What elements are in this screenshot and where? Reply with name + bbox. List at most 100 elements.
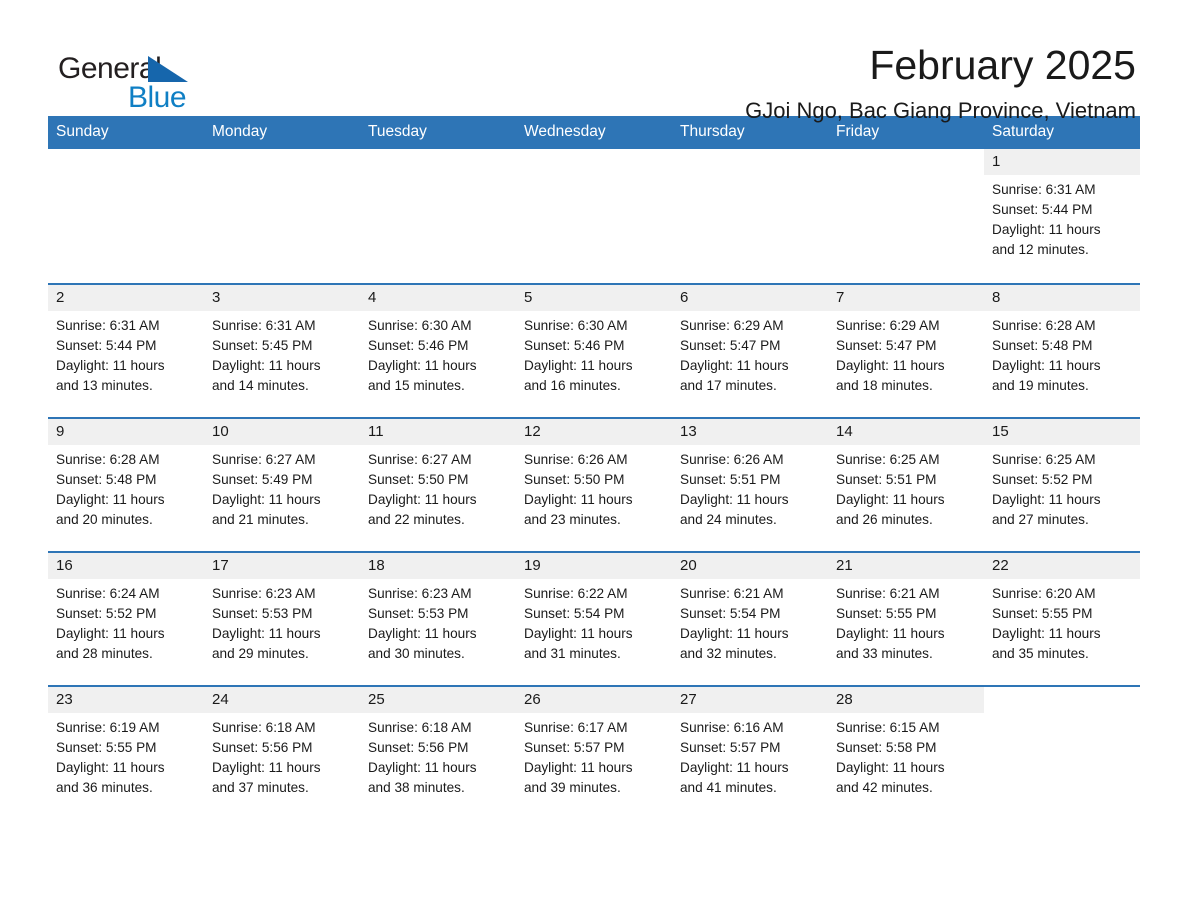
calendar-day-cell[interactable]: 17 Sunrise: 6:23 AM Sunset: 5:53 PM Dayligh… (204, 553, 360, 685)
sunset-time: Sunset: 5:55 PM (992, 606, 1093, 621)
calendar-day-cell[interactable]: 18 Sunrise: 6:23 AM Sunset: 5:53 PM Dayligh… (360, 553, 516, 685)
daylight-duration-line1: Daylight: 11 hours (56, 760, 165, 775)
day-number: 18 (360, 553, 516, 579)
sunrise-time: Sunrise: 6:26 AM (524, 452, 628, 467)
calendar-day-cell[interactable]: 14 Sunrise: 6:25 AM Sunset: 5:51 PM Dayligh… (828, 419, 984, 551)
calendar-day-cell[interactable]: 9 Sunrise: 6:28 AM Sunset: 5:48 PM Daylight… (48, 419, 204, 551)
calendar-day-cell[interactable]: 5 Sunrise: 6:30 AM Sunset: 5:46 PM Daylight… (516, 285, 672, 417)
day-number: 3 (204, 285, 360, 311)
daylight-duration-line1: Daylight: 11 hours (524, 492, 633, 507)
daylight-duration-line2: and 18 minutes. (836, 378, 933, 393)
calendar-day-cell[interactable]: 15 Sunrise: 6:25 AM Sunset: 5:52 PM Dayligh… (984, 419, 1140, 551)
calendar-day-cell[interactable]: 8 Sunrise: 6:28 AM Sunset: 5:48 PM Daylight… (984, 285, 1140, 417)
weekday-header-friday: Friday (836, 123, 880, 140)
page-title: February 2025 (869, 42, 1136, 88)
day-details: Sunrise: 6:26 AM Sunset: 5:50 PM Daylight:… (516, 445, 672, 530)
sunset-time: Sunset: 5:55 PM (56, 740, 157, 755)
calendar-week-row: 9 Sunrise: 6:28 AM Sunset: 5:48 PM Daylight… (48, 417, 1140, 551)
sunrise-time: Sunrise: 6:31 AM (212, 318, 316, 333)
daylight-duration-line2: and 27 minutes. (992, 512, 1089, 527)
weekday-header-wednesday: Wednesday (524, 123, 606, 140)
daylight-duration-line1: Daylight: 11 hours (992, 492, 1101, 507)
general-blue-logo[interactable]: General Blue (48, 44, 198, 114)
day-details: Sunrise: 6:31 AM Sunset: 5:45 PM Daylight:… (204, 311, 360, 396)
calendar-day-cell[interactable]: 24 Sunrise: 6:18 AM Sunset: 5:56 PM Dayligh… (204, 687, 360, 819)
daylight-duration-line2: and 30 minutes. (368, 646, 465, 661)
calendar-day-cell[interactable]: 13 Sunrise: 6:26 AM Sunset: 5:51 PM Dayligh… (672, 419, 828, 551)
day-details: Sunrise: 6:18 AM Sunset: 5:56 PM Daylight:… (204, 713, 360, 798)
day-number: 19 (516, 553, 672, 579)
calendar-day-cell[interactable]: 28 Sunrise: 6:15 AM Sunset: 5:58 PM Dayligh… (828, 687, 984, 819)
calendar-day-cell[interactable]: 25 Sunrise: 6:18 AM Sunset: 5:56 PM Dayligh… (360, 687, 516, 819)
day-number: 25 (360, 687, 516, 713)
day-number: 27 (672, 687, 828, 713)
daylight-duration-line1: Daylight: 11 hours (368, 626, 477, 641)
calendar-day-cell[interactable]: 7 Sunrise: 6:29 AM Sunset: 5:47 PM Daylight… (828, 285, 984, 417)
daylight-duration-line2: and 19 minutes. (992, 378, 1089, 393)
sunrise-time: Sunrise: 6:24 AM (56, 586, 160, 601)
day-details: Sunrise: 6:27 AM Sunset: 5:50 PM Daylight:… (360, 445, 516, 530)
calendar-week-row: 16 Sunrise: 6:24 AM Sunset: 5:52 PM Dayligh… (48, 551, 1140, 685)
calendar-day-cell[interactable]: 19 Sunrise: 6:22 AM Sunset: 5:54 PM Dayligh… (516, 553, 672, 685)
title-block: February 2025 GJoi Ngo, Bac Giang Provin… (745, 42, 1140, 126)
sunrise-time: Sunrise: 6:19 AM (56, 720, 160, 735)
daylight-duration-line2: and 24 minutes. (680, 512, 777, 527)
daylight-duration-line2: and 42 minutes. (836, 780, 933, 795)
calendar-day-cell[interactable]: 2 Sunrise: 6:31 AM Sunset: 5:44 PM Daylight… (48, 285, 204, 417)
sunrise-time: Sunrise: 6:15 AM (836, 720, 940, 735)
sunset-time: Sunset: 5:50 PM (524, 472, 625, 487)
daylight-duration-line2: and 28 minutes. (56, 646, 153, 661)
sunset-time: Sunset: 5:52 PM (992, 472, 1093, 487)
calendar-day-cell[interactable]: 16 Sunrise: 6:24 AM Sunset: 5:52 PM Dayligh… (48, 553, 204, 685)
day-details: Sunrise: 6:23 AM Sunset: 5:53 PM Daylight:… (204, 579, 360, 664)
sunset-time: Sunset: 5:54 PM (524, 606, 625, 621)
calendar-day-cell-empty (672, 149, 828, 283)
calendar-day-cell[interactable]: 23 Sunrise: 6:19 AM Sunset: 5:55 PM Dayligh… (48, 687, 204, 819)
day-details: Sunrise: 6:26 AM Sunset: 5:51 PM Daylight:… (672, 445, 828, 530)
sunset-time: Sunset: 5:50 PM (368, 472, 469, 487)
sunset-time: Sunset: 5:55 PM (836, 606, 937, 621)
day-number (828, 149, 984, 175)
daylight-duration-line1: Daylight: 11 hours (836, 492, 945, 507)
day-details: Sunrise: 6:15 AM Sunset: 5:58 PM Daylight:… (828, 713, 984, 798)
calendar-day-cell[interactable]: 21 Sunrise: 6:21 AM Sunset: 5:55 PM Dayligh… (828, 553, 984, 685)
sunset-time: Sunset: 5:56 PM (212, 740, 313, 755)
sunrise-time: Sunrise: 6:27 AM (212, 452, 316, 467)
day-number: 24 (204, 687, 360, 713)
calendar-day-cell[interactable]: 1 Sunrise: 6:31 AM Sunset: 5:44 PM Daylight… (984, 149, 1140, 283)
sunrise-time: Sunrise: 6:23 AM (368, 586, 472, 601)
sunset-time: Sunset: 5:53 PM (368, 606, 469, 621)
daylight-duration-line1: Daylight: 11 hours (992, 358, 1101, 373)
daylight-duration-line2: and 15 minutes. (368, 378, 465, 393)
sunset-time: Sunset: 5:51 PM (836, 472, 937, 487)
sunrise-time: Sunrise: 6:30 AM (524, 318, 628, 333)
calendar-day-cell-empty (984, 687, 1140, 819)
calendar-day-cell[interactable]: 26 Sunrise: 6:17 AM Sunset: 5:57 PM Dayligh… (516, 687, 672, 819)
weekday-header-monday: Monday (212, 123, 268, 140)
calendar-day-cell[interactable]: 3 Sunrise: 6:31 AM Sunset: 5:45 PM Daylight… (204, 285, 360, 417)
calendar-day-cell[interactable]: 27 Sunrise: 6:16 AM Sunset: 5:57 PM Dayligh… (672, 687, 828, 819)
daylight-duration-line1: Daylight: 11 hours (212, 492, 321, 507)
day-number: 22 (984, 553, 1140, 579)
day-number: 23 (48, 687, 204, 713)
sunrise-time: Sunrise: 6:30 AM (368, 318, 472, 333)
daylight-duration-line2: and 20 minutes. (56, 512, 153, 527)
calendar-day-cell[interactable]: 10 Sunrise: 6:27 AM Sunset: 5:49 PM Dayligh… (204, 419, 360, 551)
daylight-duration-line1: Daylight: 11 hours (212, 358, 321, 373)
calendar-day-cell[interactable]: 6 Sunrise: 6:29 AM Sunset: 5:47 PM Daylight… (672, 285, 828, 417)
day-details: Sunrise: 6:18 AM Sunset: 5:56 PM Daylight:… (360, 713, 516, 798)
daylight-duration-line2: and 26 minutes. (836, 512, 933, 527)
triangle-icon (148, 56, 188, 82)
calendar-day-cell[interactable]: 20 Sunrise: 6:21 AM Sunset: 5:54 PM Dayligh… (672, 553, 828, 685)
day-details: Sunrise: 6:25 AM Sunset: 5:52 PM Daylight:… (984, 445, 1140, 530)
calendar-day-cell[interactable]: 11 Sunrise: 6:27 AM Sunset: 5:50 PM Dayligh… (360, 419, 516, 551)
daylight-duration-line1: Daylight: 11 hours (56, 492, 165, 507)
sunset-time: Sunset: 5:53 PM (212, 606, 313, 621)
calendar-day-cell[interactable]: 22 Sunrise: 6:20 AM Sunset: 5:55 PM Dayligh… (984, 553, 1140, 685)
day-number: 6 (672, 285, 828, 311)
calendar-day-cell[interactable]: 4 Sunrise: 6:30 AM Sunset: 5:46 PM Daylight… (360, 285, 516, 417)
calendar-day-cell-empty (204, 149, 360, 283)
weekday-header-tuesday: Tuesday (368, 123, 427, 140)
calendar-day-cell[interactable]: 12 Sunrise: 6:26 AM Sunset: 5:50 PM Dayligh… (516, 419, 672, 551)
day-number: 11 (360, 419, 516, 445)
